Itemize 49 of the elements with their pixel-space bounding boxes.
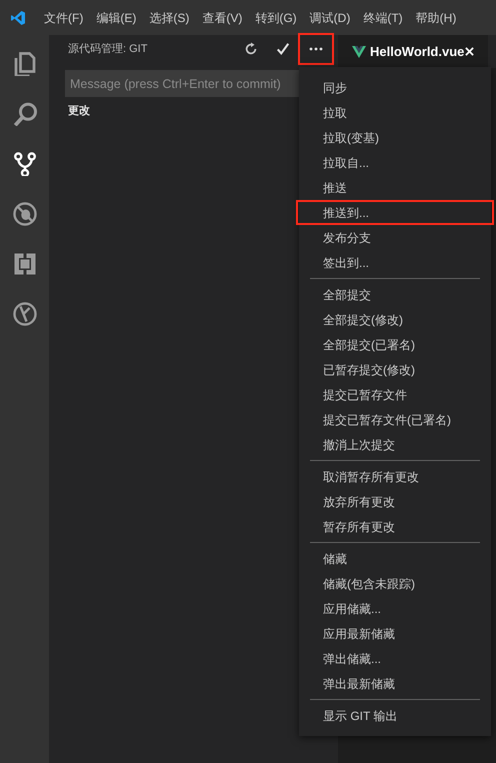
files-icon[interactable] bbox=[12, 52, 36, 76]
check-icon[interactable] bbox=[276, 42, 290, 56]
menu-item[interactable]: 全部提交(修改) bbox=[296, 307, 494, 332]
vue-logo-icon bbox=[352, 46, 366, 58]
menu-item[interactable]: 签出到... bbox=[296, 250, 494, 275]
bug-icon[interactable] bbox=[12, 202, 36, 226]
menu-item[interactable]: 取消暂存所有更改 bbox=[296, 464, 494, 489]
source-control-icon[interactable] bbox=[12, 152, 36, 176]
panel-title: 源代码管理: GIT bbox=[68, 42, 148, 57]
menu-item[interactable]: 编辑(E) bbox=[96, 8, 136, 26]
menu-item[interactable]: 提交已暂存文件 bbox=[296, 382, 494, 407]
section-header: 更改 bbox=[68, 104, 90, 119]
menu-item[interactable]: 弹出最新储藏 bbox=[296, 671, 494, 696]
close-icon[interactable] bbox=[465, 47, 474, 56]
more-button[interactable] bbox=[298, 33, 334, 65]
menu-item[interactable]: 应用储藏... bbox=[296, 596, 494, 621]
menu-item[interactable]: 查看(V) bbox=[202, 8, 242, 26]
menu-item[interactable]: 全部提交(已署名) bbox=[296, 332, 494, 357]
menu-item[interactable]: 推送 bbox=[296, 175, 494, 200]
tab-label: HelloWorld.vue bbox=[370, 42, 465, 61]
menu-item[interactable]: 拉取(变基) bbox=[296, 125, 494, 150]
menu-item[interactable]: 提交已暂存文件(已署名) bbox=[296, 407, 494, 432]
app-logo-icon bbox=[10, 10, 26, 26]
more-icon[interactable] bbox=[309, 47, 323, 51]
search-icon[interactable] bbox=[12, 102, 36, 126]
menu-item[interactable]: 已暂存提交(修改) bbox=[296, 357, 494, 382]
menu-item[interactable]: 放弃所有更改 bbox=[296, 489, 494, 514]
menu-item[interactable]: 拉取自... bbox=[296, 150, 494, 175]
menu-item[interactable]: 帮助(H) bbox=[416, 8, 456, 26]
menu-item[interactable]: 选择(S) bbox=[149, 8, 190, 26]
menu-item[interactable]: 全部提交 bbox=[296, 282, 494, 307]
menu-item[interactable]: 储藏(包含未跟踪) bbox=[296, 571, 494, 596]
menu-item[interactable]: 撤消上次提交 bbox=[296, 432, 494, 457]
menu-item[interactable]: 显示 GIT 输出 bbox=[296, 703, 494, 728]
menu-item[interactable]: 暂存所有更改 bbox=[296, 514, 494, 539]
menu-item[interactable]: 文件(F) bbox=[44, 8, 84, 26]
editor-tab[interactable]: HelloWorld.vue bbox=[338, 35, 488, 68]
menu-item[interactable]: 发布分支 bbox=[296, 225, 494, 250]
menu-item[interactable]: 转到(G) bbox=[255, 8, 297, 26]
menu-item[interactable]: 弹出储藏... bbox=[296, 646, 494, 671]
menu-item[interactable]: 储藏 bbox=[296, 546, 494, 571]
menu-item[interactable]: 拉取 bbox=[296, 100, 494, 125]
history-icon[interactable] bbox=[12, 302, 36, 326]
extensions-icon[interactable] bbox=[12, 252, 36, 276]
menu-item[interactable]: 推送到... bbox=[296, 200, 494, 225]
menu-item[interactable]: 应用最新储藏 bbox=[296, 621, 494, 646]
menu-item[interactable]: 终端(T) bbox=[363, 8, 403, 26]
menu-item[interactable]: 调试(D) bbox=[310, 8, 350, 26]
refresh-icon[interactable] bbox=[244, 42, 258, 56]
